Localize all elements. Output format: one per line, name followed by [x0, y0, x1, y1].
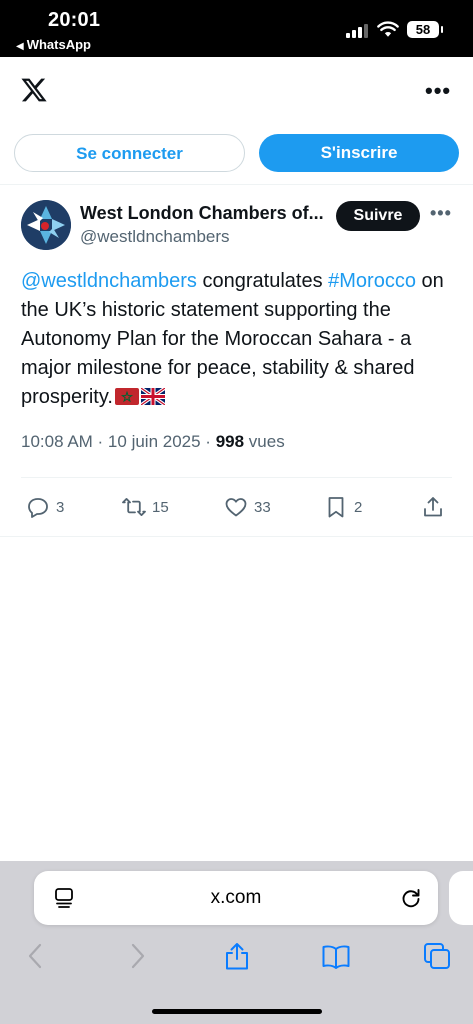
chamber-logo-icon	[21, 200, 71, 250]
flag-uk-icon	[140, 388, 165, 405]
author-avatar[interactable]	[21, 200, 71, 250]
like-button[interactable]: 33	[224, 494, 271, 520]
tweet-text: @westldnchambers congratulates #Morocco …	[21, 267, 456, 412]
header-more-icon[interactable]: •••	[425, 78, 451, 104]
signup-button[interactable]: S'inscrire	[259, 134, 459, 172]
back-to-app-link[interactable]: ◀ WhatsApp	[16, 37, 91, 52]
divider	[0, 536, 473, 537]
cellular-signal-icon	[346, 24, 368, 38]
like-count: 33	[254, 498, 271, 516]
repost-button[interactable]: 15	[122, 494, 169, 520]
reply-button[interactable]: 3	[26, 494, 64, 520]
back-triangle-icon: ◀	[16, 41, 24, 52]
wifi-icon	[377, 21, 399, 37]
share-button[interactable]	[421, 494, 445, 520]
author-handle[interactable]: @westldnchambers	[80, 227, 230, 247]
browser-toolbar: x.com	[0, 861, 473, 1024]
divider	[0, 184, 473, 185]
login-button[interactable]: Se connecter	[14, 134, 245, 172]
tweet-timestamp[interactable]: 10:08 AM · 10 juin 2025 ·	[21, 432, 216, 451]
back-app-label: WhatsApp	[26, 37, 91, 52]
battery-indicator: 58	[407, 21, 443, 38]
status-time: 20:01	[48, 9, 101, 31]
x-header: •••	[0, 57, 473, 121]
share-page-icon[interactable]	[222, 941, 252, 971]
tweet-more-icon[interactable]: •••	[430, 203, 452, 224]
tabs-icon[interactable]	[422, 941, 452, 971]
address-bar[interactable]: x.com	[34, 871, 438, 925]
bookmark-button[interactable]: 2	[324, 494, 362, 520]
reload-icon[interactable]	[400, 887, 422, 909]
follow-button[interactable]: Suivre	[336, 201, 420, 231]
author-name[interactable]: West London Chambers of...	[80, 203, 324, 224]
views-count: 998	[215, 432, 245, 451]
bookmark-count: 2	[354, 498, 363, 516]
repost-count: 15	[152, 498, 169, 516]
tweet-text-part: congratulates	[196, 270, 329, 292]
reply-count: 3	[56, 498, 65, 516]
reply-icon	[28, 498, 48, 518]
share-icon	[424, 497, 442, 517]
divider	[21, 477, 452, 478]
home-indicator	[152, 1009, 322, 1014]
forward-icon[interactable]	[122, 941, 152, 971]
tweet-meta: 10:08 AM · 10 juin 2025 · 998 vues	[21, 432, 285, 452]
next-tab-preview[interactable]	[449, 871, 473, 925]
views-label: vues	[244, 432, 285, 451]
flag-morocco-icon	[114, 388, 139, 405]
bookmarks-icon[interactable]	[321, 941, 351, 971]
hashtag-link[interactable]: #Morocco	[328, 270, 416, 292]
mention-link[interactable]: @westldnchambers	[21, 270, 197, 292]
bookmark-icon	[328, 497, 344, 518]
back-icon[interactable]	[21, 941, 51, 971]
status-bar: 20:01 ◀ WhatsApp 58	[0, 0, 473, 57]
x-logo-icon[interactable]	[20, 76, 48, 104]
repost-icon	[122, 498, 146, 516]
url-text: x.com	[210, 887, 262, 908]
heart-icon	[225, 498, 247, 517]
